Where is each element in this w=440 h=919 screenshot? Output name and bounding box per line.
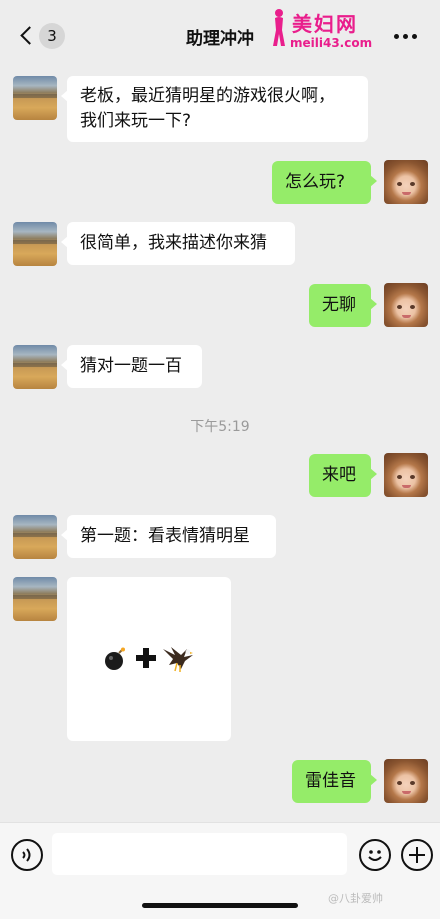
contact-avatar[interactable] — [13, 577, 57, 621]
self-avatar[interactable] — [384, 759, 428, 803]
message-text: 无聊 — [322, 295, 356, 315]
self-avatar[interactable] — [384, 160, 428, 204]
contact-avatar[interactable] — [13, 345, 57, 389]
emoji-picker-button[interactable] — [359, 839, 391, 871]
home-indicator[interactable] — [142, 903, 298, 908]
message-bubble[interactable]: 怎么玩? — [272, 161, 377, 204]
avatar-eye — [410, 182, 415, 186]
message-text: 老板，最近猜明星的游戏很火啊， 我们来玩一下? — [80, 86, 335, 131]
more-dot-icon — [412, 34, 417, 39]
message-text-input[interactable] — [52, 833, 347, 875]
emoji-sequence — [103, 643, 203, 673]
avatar-mouth — [402, 791, 411, 794]
more-dot-icon — [394, 34, 399, 39]
more-options-button[interactable] — [394, 26, 418, 46]
avatar-eye — [410, 305, 415, 309]
message-text: 第一题：看表情猜明星 — [80, 526, 250, 546]
message-text: 来吧 — [322, 465, 356, 485]
avatar-eye — [397, 781, 402, 785]
message-bubble[interactable]: 很简单，我来描述你来猜 — [61, 222, 295, 265]
self-avatar[interactable] — [384, 453, 428, 497]
message-timestamp: 下午5:19 — [190, 419, 250, 435]
message-text: 猜对一题一百 — [80, 356, 182, 376]
self-avatar[interactable] — [384, 283, 428, 327]
emoji-message-card[interactable] — [67, 577, 231, 741]
bomb-icon — [105, 647, 125, 670]
avatar-eye — [397, 305, 402, 309]
message-bubble[interactable]: 老板，最近猜明星的游戏很火啊， 我们来玩一下? — [61, 76, 368, 142]
avatar-mouth — [402, 485, 411, 488]
avatar-mouth — [402, 192, 411, 195]
avatar-eye — [410, 475, 415, 479]
message-text: 雷佳音 — [305, 771, 356, 791]
avatar-eye — [397, 475, 402, 479]
avatar-eye — [410, 781, 415, 785]
message-bubble[interactable]: 来吧 — [309, 454, 377, 497]
message-text: 很简单，我来描述你来猜 — [80, 233, 267, 253]
weibo-watermark: @八卦爱帅 — [328, 892, 383, 905]
plus-circle-icon — [409, 847, 425, 863]
contact-avatar[interactable] — [13, 76, 57, 120]
watermark-logo: 美妇网 meili43.com — [268, 6, 388, 56]
voice-icon — [22, 848, 31, 862]
more-functions-button[interactable] — [401, 839, 433, 871]
smiley-icon — [368, 850, 382, 861]
avatar-eye — [397, 182, 402, 186]
eagle-icon — [163, 647, 193, 672]
woman-silhouette-icon — [273, 9, 285, 46]
watermark-site-url: meili43.com — [290, 36, 373, 50]
watermark-site-name: 美妇网 — [292, 12, 358, 36]
avatar-mouth — [402, 315, 411, 318]
message-bubble[interactable]: 猜对一题一百 — [61, 345, 202, 388]
message-bubble[interactable]: 雷佳音 — [292, 760, 377, 803]
message-bubble[interactable]: 无聊 — [309, 284, 377, 327]
contact-avatar[interactable] — [13, 515, 57, 559]
message-text: 怎么玩? — [285, 172, 346, 192]
contact-avatar[interactable] — [13, 222, 57, 266]
chat-header: 3 助理冲冲 美妇网 meili43.com — [0, 0, 440, 72]
voice-input-button[interactable] — [11, 839, 43, 871]
plus-icon — [136, 648, 156, 668]
message-bubble[interactable]: 第一题：看表情猜明星 — [61, 515, 276, 558]
more-dot-icon — [403, 34, 408, 39]
